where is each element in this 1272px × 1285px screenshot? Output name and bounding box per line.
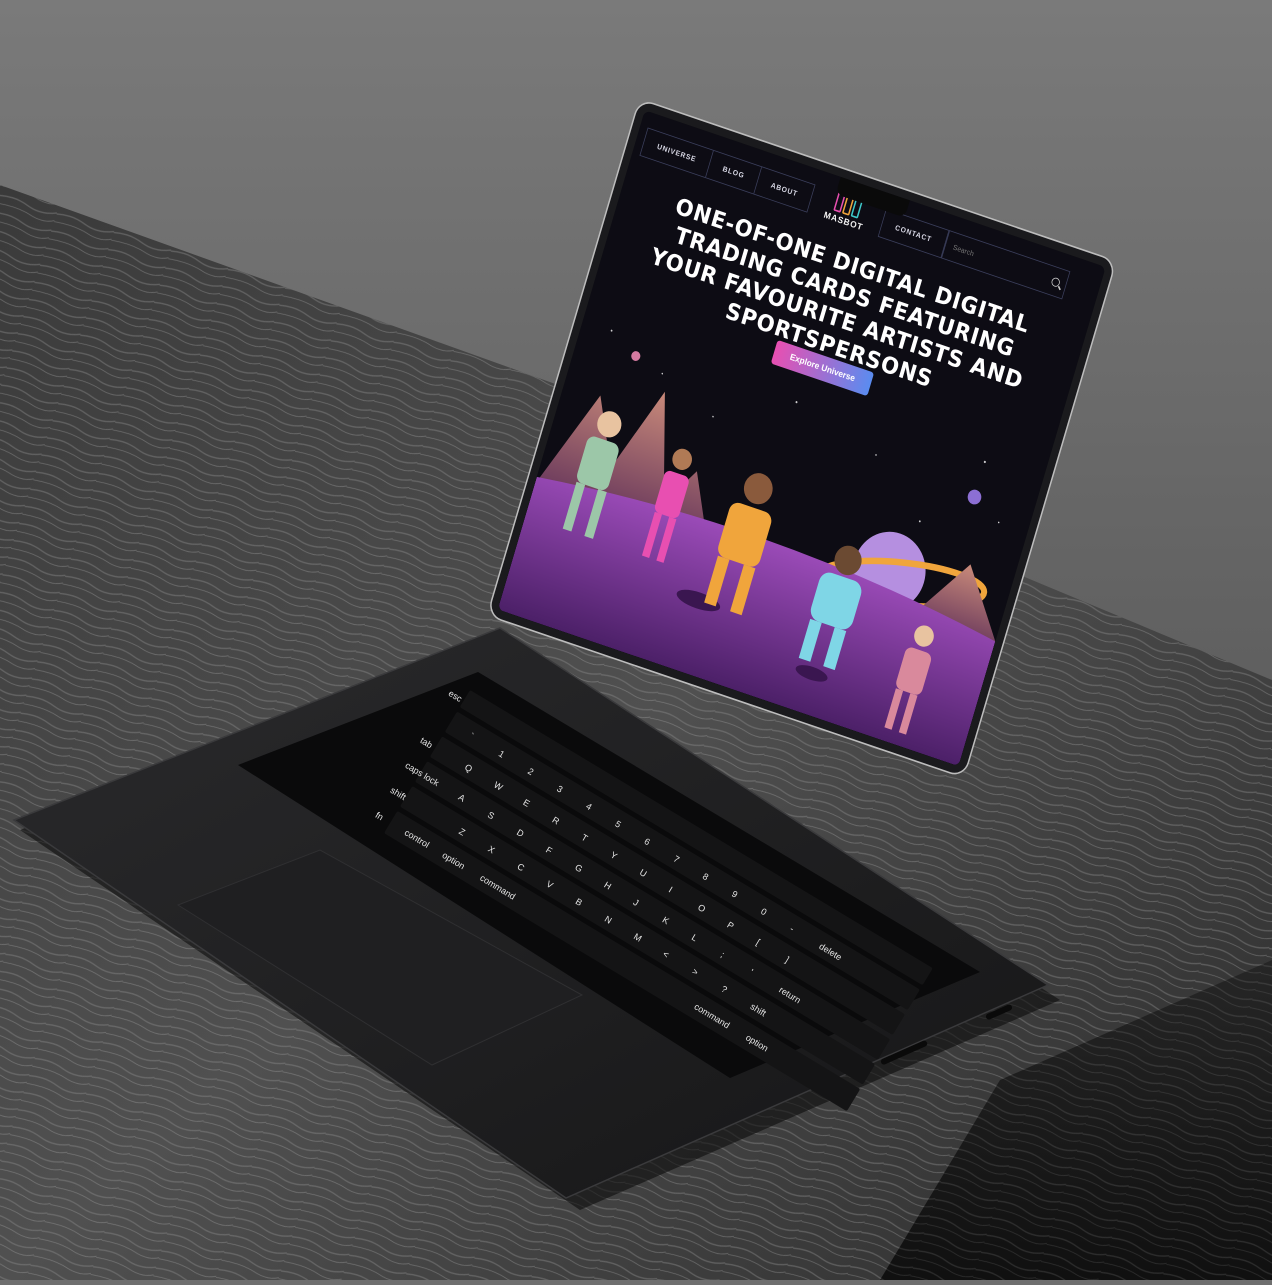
search-icon[interactable]	[1050, 276, 1062, 288]
search-input[interactable]	[950, 241, 1043, 282]
laptop-screen: UNIVERSE BLOG ABOUT MASBOT CONTACT Searc…	[488, 100, 1272, 777]
planet	[967, 489, 982, 505]
nav-about[interactable]: ABOUT	[754, 167, 814, 211]
key-fn[interactable]: fn	[374, 809, 408, 835]
nav-contact[interactable]: CONTACT	[878, 209, 950, 258]
nav-blog[interactable]: BLOG	[705, 150, 762, 194]
nav-universe[interactable]: UNIVERSE	[640, 128, 714, 178]
